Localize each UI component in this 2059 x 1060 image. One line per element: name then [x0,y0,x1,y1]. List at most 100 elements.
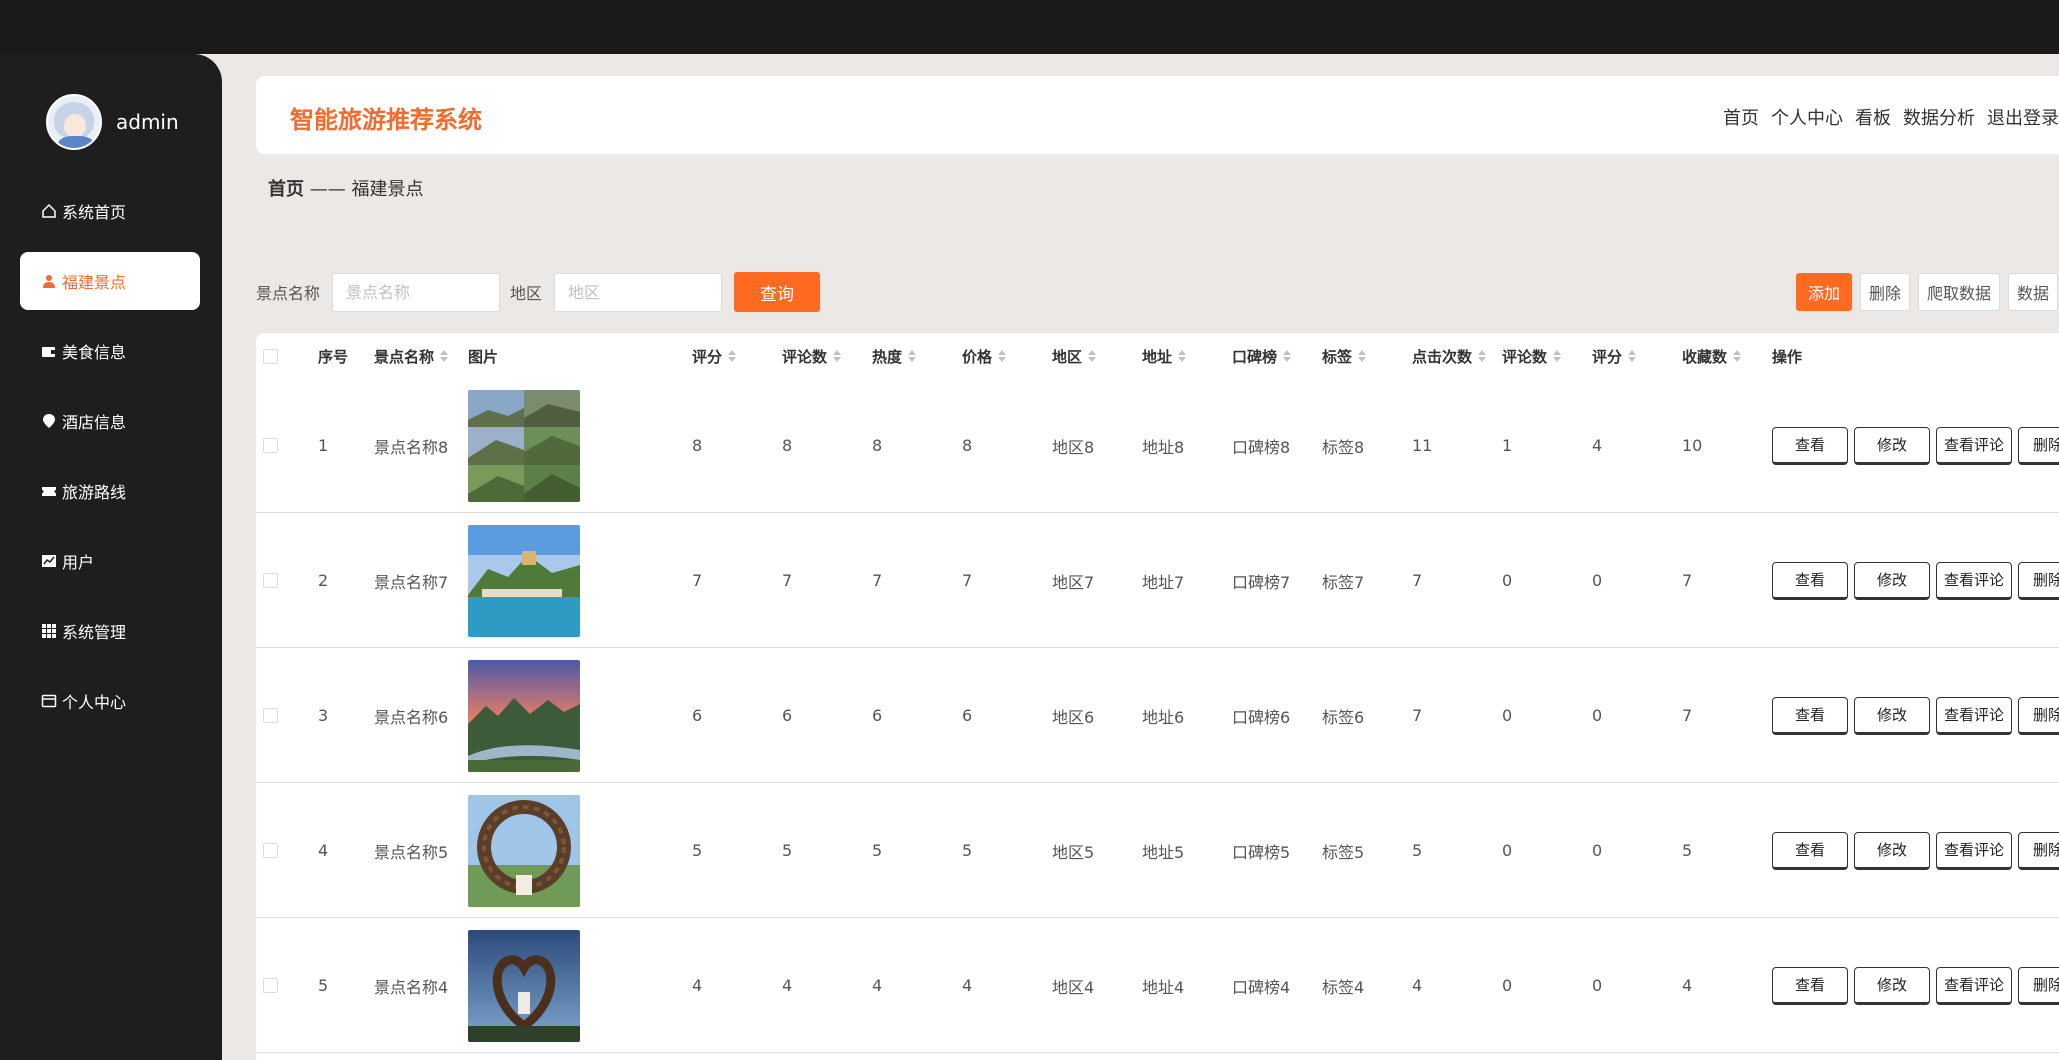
column-header-price[interactable]: 价格 [962,333,1007,379]
edit-button[interactable]: 修改 [1854,561,1930,600]
column-header-comment-count[interactable]: 评论数 [1502,333,1562,379]
user-icon [40,272,58,290]
sidebar-item-food[interactable]: 美食信息 [20,322,200,380]
row-delete-button[interactable]: 删除 [2018,426,2059,465]
view-comments-button[interactable]: 查看评论 [1936,831,2012,870]
sort-icon[interactable] [1553,350,1562,362]
row-operations: 查看 修改 查看评论 删除 [1772,513,2059,648]
add-button[interactable]: 添加 [1796,273,1852,311]
edit-button[interactable]: 修改 [1854,966,1930,1005]
nav-personal-center[interactable]: 个人中心 [1771,104,1843,130]
column-header-reputation[interactable]: 口碑榜 [1232,333,1292,379]
edit-button[interactable]: 修改 [1854,831,1930,870]
cell-favorites: 4 [1682,976,1693,995]
view-button[interactable]: 查看 [1772,831,1848,870]
sidebar-item-personal-center[interactable]: 个人中心 [20,672,200,730]
sort-icon[interactable] [1628,350,1637,362]
column-header-score[interactable]: 评分 [1592,333,1637,379]
nav-data-analysis[interactable]: 数据分析 [1903,104,1975,130]
sort-icon[interactable] [1283,350,1292,362]
sort-icon[interactable] [1358,350,1367,362]
row-delete-button[interactable]: 删除 [2018,966,2059,1005]
edit-button[interactable]: 修改 [1854,426,1930,465]
view-button[interactable]: 查看 [1772,426,1848,465]
column-header-address[interactable]: 地址 [1142,333,1187,379]
cell-comments: 5 [782,841,793,860]
view-comments-button[interactable]: 查看评论 [1936,426,2012,465]
view-button[interactable]: 查看 [1772,561,1848,600]
sort-icon[interactable] [833,350,842,362]
header: 智能旅游推荐系统 首页 个人中心 看板 数据分析 退出登录 [256,76,2059,154]
row-delete-button[interactable]: 删除 [2018,696,2059,735]
column-header-reputation-label: 口碑榜 [1232,347,1278,366]
column-header-heat[interactable]: 热度 [872,333,917,379]
cell-heat: 7 [872,571,883,590]
cell-favorites: 5 [1682,841,1693,860]
cell-rating: 6 [692,706,703,725]
column-header-favorites[interactable]: 收藏数 [1682,333,1742,379]
delete-button[interactable]: 删除 [1860,273,1911,311]
view-button[interactable]: 查看 [1772,966,1848,1005]
ticket-icon [40,482,58,500]
region-search-input[interactable] [554,272,723,312]
sort-icon[interactable] [1733,350,1742,362]
view-comments-button[interactable]: 查看评论 [1936,561,2012,600]
column-header-heat-label: 热度 [872,347,903,366]
cell-score: 0 [1592,841,1603,860]
cell-address: 地址5 [1142,842,1185,862]
sidebar-item-routes[interactable]: 旅游路线 [20,462,200,520]
column-header-clicks[interactable]: 点击次数 [1412,333,1487,379]
row-checkbox[interactable] [263,978,278,993]
name-search-input[interactable] [332,272,501,312]
sidebar-item-fujian-attractions[interactable]: 福建景点 [20,252,200,310]
row-checkbox[interactable] [263,843,278,858]
row-checkbox[interactable] [263,708,278,723]
column-header-tag[interactable]: 标签 [1322,333,1367,379]
sort-icon[interactable] [1178,350,1187,362]
cell-score: 0 [1592,706,1603,725]
sort-icon[interactable] [728,350,737,362]
nav-dashboard[interactable]: 看板 [1855,104,1891,130]
sidebar-item-hotels[interactable]: 酒店信息 [20,392,200,450]
sort-icon[interactable] [998,350,1007,362]
row-delete-button[interactable]: 删除 [2018,561,2059,600]
cell-price: 4 [962,976,973,995]
card-icon [40,692,58,710]
row-delete-button[interactable]: 删除 [2018,831,2059,870]
sort-icon[interactable] [908,350,917,362]
data-button[interactable]: 数据 [2008,273,2059,311]
row-checkbox[interactable] [263,438,278,453]
view-button[interactable]: 查看 [1772,696,1848,735]
row-checkbox[interactable] [263,573,278,588]
sidebar-item-system-management[interactable]: 系统管理 [20,602,200,660]
column-header-comments[interactable]: 评论数 [782,333,842,379]
select-all-checkbox[interactable] [263,348,278,364]
cell-tag: 标签4 [1322,977,1365,997]
sort-icon[interactable] [1088,350,1097,362]
row-operations: 查看 修改 查看评论 删除 [1772,648,2059,783]
cell-index: 3 [318,706,329,725]
top-bar [0,0,2059,54]
cell-comments: 7 [782,571,793,590]
sidebar-item-home[interactable]: 系统首页 [20,182,200,240]
column-header-rating[interactable]: 评分 [692,333,737,379]
sidebar-item-users[interactable]: 用户 [20,532,200,590]
sidebar-item-label: 美食信息 [62,343,127,362]
cell-comment-count: 1 [1502,436,1513,455]
column-header-name[interactable]: 景点名称 [374,333,449,379]
cell-heat: 4 [872,976,883,995]
breadcrumb-home[interactable]: 首页 [268,179,304,200]
sort-icon[interactable] [440,350,449,362]
view-comments-button[interactable]: 查看评论 [1936,696,2012,735]
cell-name: 景点名称6 [374,707,449,727]
cell-tag: 标签5 [1322,842,1365,862]
crawl-data-button[interactable]: 爬取数据 [1918,273,2001,311]
column-header-region[interactable]: 地区 [1052,333,1097,379]
query-button[interactable]: 查询 [734,272,821,312]
nav-home[interactable]: 首页 [1723,104,1759,130]
sort-icon[interactable] [1478,350,1487,362]
nav-logout[interactable]: 退出登录 [1987,104,2059,130]
view-comments-button[interactable]: 查看评论 [1936,966,2012,1005]
edit-button[interactable]: 修改 [1854,696,1930,735]
cell-comment-count: 0 [1502,841,1513,860]
